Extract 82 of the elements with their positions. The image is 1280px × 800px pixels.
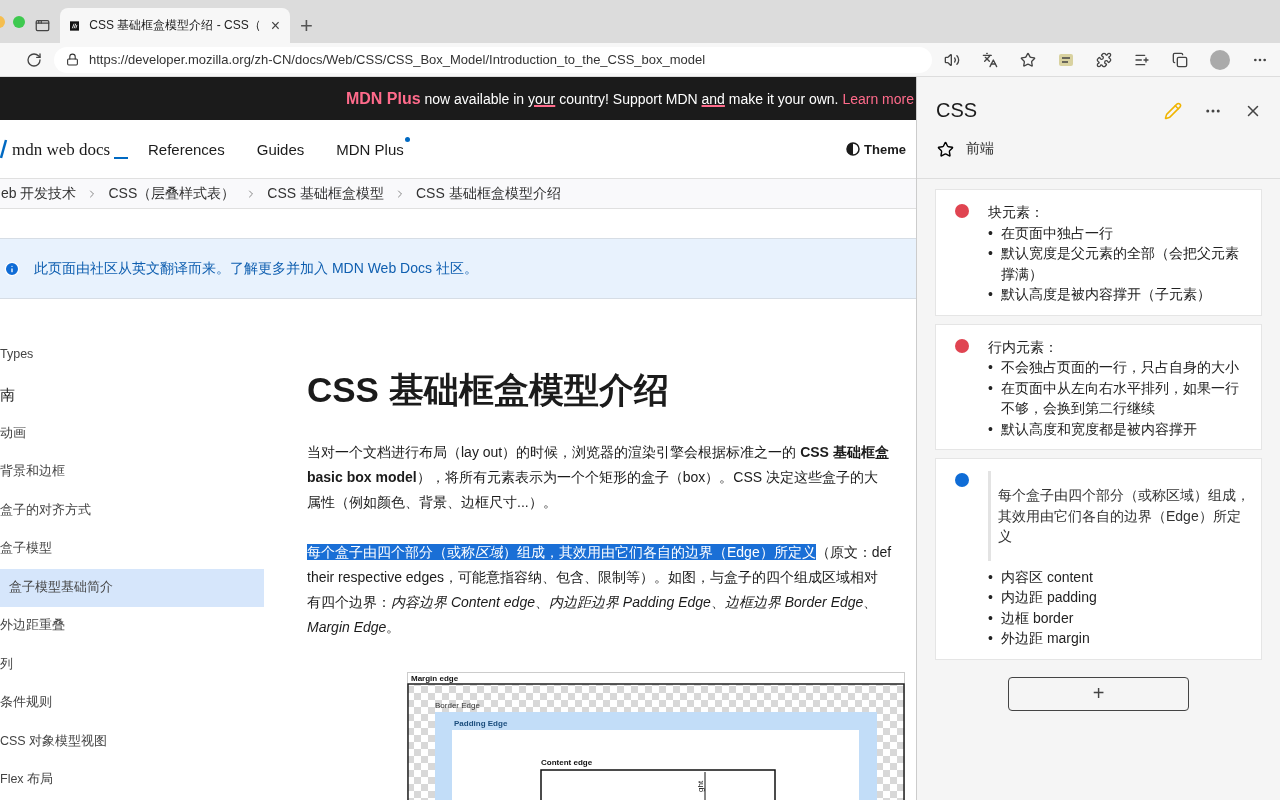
diagram-label: ght	[696, 780, 705, 792]
extension-icon[interactable]	[1058, 51, 1074, 68]
bullet-marker: •	[988, 567, 994, 587]
diagram-label: Padding Edge	[454, 719, 508, 728]
note-bullet: 内边距 padding	[1001, 588, 1098, 607]
sidebar-item[interactable]: 外边距重叠	[0, 607, 264, 646]
cursor-mark	[114, 156, 129, 160]
tab-close-button[interactable]: ×	[270, 16, 280, 35]
breadcrumb-link[interactable]: eb 开发技术	[1, 184, 77, 203]
note-quote: 每个盒子由四个部分（或称区域）组成，其效用由它们各自的边界（Edge）所定义	[988, 471, 1251, 561]
bullet-marker: •	[988, 285, 994, 304]
bullet-marker: •	[988, 588, 994, 607]
paragraph-line: 属性（例如颜色、背景、边框尺寸...）。	[307, 493, 558, 512]
diagram-label: Content edge	[541, 758, 593, 767]
notice-text: 此页面由社区从英文翻译而来。了解更多并加入 MDN Web Docs 社区。	[34, 259, 478, 278]
page-title: CSS 基础框盒模型介绍	[307, 369, 670, 411]
site-logo[interactable]: mdn web docs	[12, 140, 111, 160]
bullet-marker: •	[988, 223, 994, 243]
collections-icon[interactable]	[1172, 51, 1188, 68]
nav-link[interactable]: MDN Plus	[336, 140, 404, 158]
bullet-marker: •	[988, 378, 994, 398]
banner-text: MDN Plus now available in your country! Support MDN and make it your own. Learn more	[345, 89, 914, 108]
diagram-label: Border Edge	[435, 701, 480, 710]
contrast-icon	[846, 142, 861, 156]
bullet-marker: •	[988, 629, 994, 648]
mdn-logo-icon[interactable]	[0, 138, 8, 160]
lock-icon	[66, 53, 79, 66]
sidebar-item[interactable]: Flex 布局	[0, 761, 264, 800]
note-title: 行内元素：	[988, 337, 1059, 357]
breadcrumb-link[interactable]: CSS 基础框盒模型介绍	[415, 184, 561, 203]
diagram-label: Margin edge	[411, 674, 459, 683]
paragraph-line: their respective edges，可能意指容纳、包含、限制等）。如图，与盒子的四个组成区域相对	[307, 568, 879, 587]
sidebar-item[interactable]: 盒子的对齐方式	[0, 491, 264, 531]
sidebar-item[interactable]: 列	[0, 645, 264, 685]
sidebar-item[interactable]: 盒子模型基础简介	[0, 568, 264, 608]
puzzle-icon[interactable]	[1096, 51, 1112, 68]
note-bullet: 内容区 content	[1001, 567, 1094, 587]
sidebar-item[interactable]: Types	[0, 336, 264, 375]
note-bullet: 外边距 margin	[1001, 629, 1091, 648]
note-bullet: 默认宽度是父元素的全部（会把父元素撑满）	[1001, 244, 1240, 284]
sidebar-item[interactable]: 盒子模型	[0, 530, 264, 569]
note-bullet: 边框 border	[1001, 608, 1075, 628]
bullet-marker: •	[988, 419, 994, 439]
paragraph-line: basic box model），将所有元素表示为一个个矩形的盒子（box）。CSS 决定这些盒子的大	[307, 468, 879, 487]
note-card[interactable]: 行内元素： • 不会独占页面的一行，只占自身的大小 • 在页面中从左向右水平排列，如果一行不够，会换到第二行继续 • 默认高度和宽度都是被内容撑开	[935, 323, 1262, 450]
note-card[interactable]: 块元素： • 在页面中独占一行 • 默认宽度是父元素的全部（会把父元素撑满） • 默认高度是被内容撑开（子元素）	[935, 189, 1262, 316]
breadcrumb-link[interactable]: CSS 基础框盒模型	[267, 184, 384, 203]
add-note-button[interactable]: +	[1008, 676, 1189, 711]
star-icon[interactable]	[937, 140, 954, 158]
nav-link[interactable]: References	[148, 140, 225, 158]
paragraph-line: Margin Edge。	[307, 618, 402, 637]
bullet-marker: •	[988, 358, 994, 377]
sidebar-heading[interactable]: 南	[0, 374, 264, 415]
sidebar-item[interactable]: 动画	[0, 414, 264, 454]
note-bullet: 在页面中独占一行	[1001, 223, 1114, 243]
breadcrumb-link[interactable]: CSS（层叠样式表）	[108, 184, 236, 203]
translate-icon[interactable]	[982, 51, 998, 68]
paragraph-line: 有四个边界：内容边界 Content edge、内边距边界 Padding Edge、边框边界 Border Edge、	[307, 593, 879, 612]
note-bullet: 默认高度和宽度都是被内容撑开	[1001, 419, 1198, 439]
paragraph-line: 每个盒子由四个部分（或称区域）组成，其效用由它们各自的边界（Edge）所定义（原文：def	[307, 543, 893, 562]
note-card[interactable]: 每个盒子由四个部分（或称区域）组成，其效用由它们各自的边界（Edge）所定义 • 内容区 content • 内边距 padding • 边框 border • 外边距 margin	[935, 458, 1262, 660]
info-icon	[4, 260, 20, 277]
nav-link[interactable]: Guides	[256, 140, 305, 158]
browser-tab[interactable]: CSS 基础框盒模型介绍 - CSS（ ×	[60, 8, 290, 43]
reload-icon[interactable]	[26, 51, 42, 68]
sidebar-item[interactable]: CSS 对象模型视图	[0, 722, 264, 762]
note-bullet: 不会独占页面的一行，只占自身的大小	[1001, 358, 1240, 377]
bullet-marker: •	[988, 244, 994, 263]
note-bullet: 在页面中从左向右水平排列，如果一行不够，会换到第二行继续	[1001, 378, 1240, 418]
sidebar-item[interactable]: 条件规则	[0, 684, 264, 723]
collection-title: CSS	[936, 99, 979, 122]
bullet-marker: •	[988, 608, 994, 628]
theme-button[interactable]: Theme	[840, 140, 912, 158]
note-title: 块元素：	[988, 203, 1045, 222]
tag-label: 前端	[966, 140, 994, 158]
sidebar-item[interactable]: 背景和边框	[0, 453, 264, 492]
read-aloud-icon[interactable]	[944, 51, 960, 68]
address-bar[interactable]: https://developer.mozilla.org/zh-CN/docs/Web/CSS/CSS_Box_Model/Introduction_to_the_CSS_box_model	[54, 46, 932, 73]
new-tab-button[interactable]: +	[300, 8, 313, 43]
favorite-icon[interactable]	[1020, 51, 1036, 68]
note-bullet: 默认高度是被内容撑开（子元素）	[1001, 285, 1212, 304]
paragraph-line: 当对一个文档进行布局（lay out）的时候，浏览器的渲染引擎会根据标准之一的 CSS 基础框盒	[307, 443, 890, 462]
